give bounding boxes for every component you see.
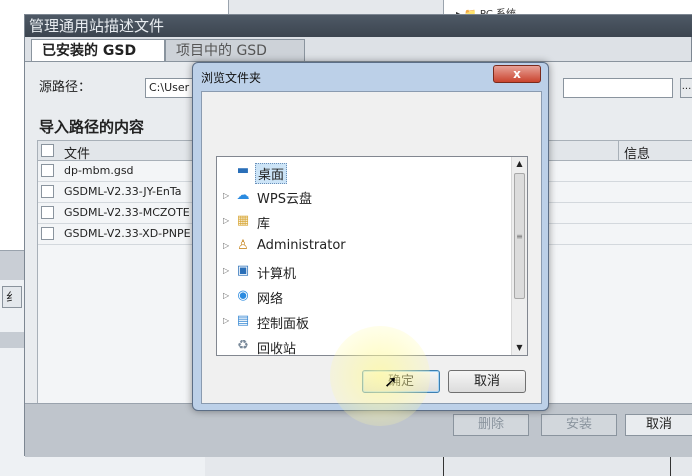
desktop-icon: ▬ — [236, 163, 250, 178]
tree-item-network[interactable]: ▷ ◉ 网络 — [223, 286, 503, 308]
row-file-name: GSDML-V2.33-JY-EnTa — [64, 185, 182, 198]
vertical-scrollbar[interactable]: ▲ ≡ ▼ — [511, 157, 527, 355]
row-checkbox[interactable] — [41, 185, 54, 198]
tree-item-label: 库 — [257, 217, 271, 232]
folder-tree: ▬ 桌面 ▷ ☁ WPS云盘 ▷ ▦ 库 ▷ ♙ Administrator ▷… — [216, 156, 528, 358]
row-file-name: GSDML-V2.33-MCZOTE — [64, 206, 190, 219]
tab-project-gsd[interactable]: 项目中的 GSD — [165, 39, 305, 61]
background-divider-line — [670, 455, 671, 476]
cancel-button[interactable]: 取消 — [625, 414, 692, 436]
network-icon: ◉ — [237, 288, 249, 303]
row-checkbox[interactable] — [41, 227, 54, 240]
expand-arrow-icon[interactable]: ▷ — [223, 191, 233, 200]
expand-arrow-icon[interactable]: ▷ — [223, 316, 233, 325]
browse-folder-dialog: 浏览文件夹 x ▬ 桌面 ▷ ☁ WPS云盘 ▷ ▦ 库 ▷ ♙ Adminis… — [192, 62, 549, 411]
tree-item-label: 回收站 — [257, 342, 297, 357]
cloud-icon: ☁ — [236, 188, 250, 203]
row-checkbox[interactable] — [41, 164, 54, 177]
control-panel-icon: ▤ — [236, 313, 250, 328]
cancel-button[interactable]: 取消 — [448, 370, 526, 393]
tree-item-computer[interactable]: ▷ ▣ 计算机 — [223, 261, 503, 283]
select-all-checkbox[interactable] — [41, 144, 54, 157]
tree-item-control-panel[interactable]: ▷ ▤ 控制面板 — [223, 311, 503, 333]
tab-installed-gsd[interactable]: 已安装的 GSD — [31, 39, 165, 61]
section-title: 导入路径的内容 — [39, 118, 145, 136]
dialog-footer: 删除 安装 取消 — [25, 403, 692, 457]
scroll-down-icon[interactable]: ▼ — [512, 341, 527, 355]
user-folder-icon: ♙ — [237, 238, 249, 253]
tree-item-desktop[interactable]: ▬ 桌面 — [223, 161, 503, 184]
source-path-label: 源路径： — [39, 80, 92, 95]
column-header-info: 信息 — [624, 147, 651, 162]
expand-arrow-icon[interactable]: ▷ — [223, 241, 233, 250]
row-file-name: dp-mbm.gsd — [64, 164, 134, 177]
scroll-thumb[interactable]: ≡ — [514, 173, 525, 299]
dialog-title: 管理通用站描述文件 — [25, 15, 692, 37]
tree-item-label: 计算机 — [257, 267, 297, 282]
scroll-up-icon[interactable]: ▲ — [512, 157, 527, 171]
tree-item-label: 网络 — [257, 292, 284, 307]
row-file-name: GSDML-V2.33-XD-PNPE — [64, 227, 191, 240]
computer-icon: ▣ — [236, 263, 250, 278]
tree-item-recycle-bin[interactable]: ♻ 回收站 — [223, 336, 503, 358]
library-icon: ▦ — [236, 213, 250, 228]
delete-button[interactable]: 删除 — [453, 414, 529, 436]
browse-dialog-title: 浏览文件夹 — [201, 71, 262, 85]
close-button[interactable]: x — [493, 65, 541, 83]
tree-item-wps-cloud[interactable]: ▷ ☁ WPS云盘 — [223, 186, 503, 208]
column-header-file: 文件 — [64, 147, 91, 162]
background-divider-line — [443, 455, 444, 476]
expand-arrow-icon[interactable]: ▷ — [223, 266, 233, 275]
tree-item-library[interactable]: ▷ ▦ 库 — [223, 211, 503, 233]
row-checkbox[interactable] — [41, 206, 54, 219]
expand-arrow-icon[interactable]: ▷ — [223, 216, 233, 225]
tree-item-label: 桌面 — [255, 163, 288, 184]
expand-arrow-icon[interactable]: ▷ — [223, 291, 233, 300]
mouse-cursor-icon: ➚ — [384, 372, 398, 391]
source-path-input-tail[interactable] — [563, 78, 673, 98]
recycle-bin-icon: ♻ — [237, 338, 249, 353]
browse-path-button[interactable]: ... — [680, 78, 692, 98]
tree-item-administrator[interactable]: ▷ ♙ Administrator — [223, 236, 503, 258]
browse-dialog-content: ▬ 桌面 ▷ ☁ WPS云盘 ▷ ▦ 库 ▷ ♙ Administrator ▷… — [201, 91, 542, 404]
install-button[interactable]: 安装 — [541, 414, 617, 436]
column-separator — [618, 141, 619, 161]
ok-button[interactable]: 确定 — [362, 370, 440, 393]
source-path-input[interactable]: C:\User — [145, 78, 197, 98]
background-tab[interactable]: 纟 — [2, 286, 22, 308]
tree-item-label: 控制面板 — [257, 317, 310, 332]
tree-item-label: WPS云盘 — [257, 192, 312, 207]
tree-item-label: Administrator — [257, 238, 346, 253]
background-strip — [0, 332, 24, 348]
